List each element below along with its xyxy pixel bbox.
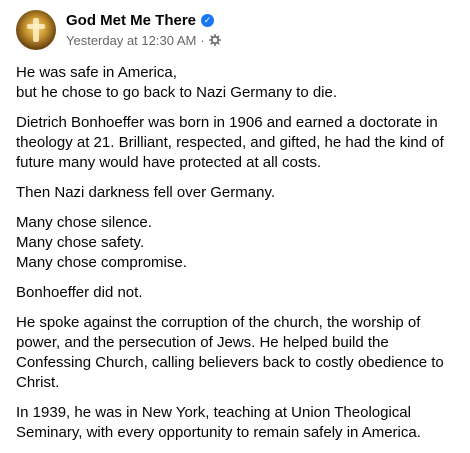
post-paragraph: Dietrich Bonhoeffer was born in 1906 and…: [16, 114, 444, 171]
post-timestamp[interactable]: Yesterday at 12:30 AM: [66, 33, 196, 48]
facebook-post: God Met Me There ✓ Yesterday at 12:30 AM…: [0, 0, 470, 441]
name-row: God Met Me There ✓: [66, 10, 221, 30]
post-paragraph: Then Nazi darkness fell over Germany.: [16, 184, 275, 201]
post-paragraph: Bonhoeffer did not.: [16, 284, 143, 301]
post-meta: God Met Me There ✓ Yesterday at 12:30 AM…: [66, 10, 221, 49]
post-header: God Met Me There ✓ Yesterday at 12:30 AM…: [16, 10, 221, 50]
post-subline: Yesterday at 12:30 AM ·: [66, 31, 221, 49]
separator-dot: ·: [200, 32, 205, 48]
post-paragraph: He spoke against the corruption of the c…: [16, 314, 444, 391]
post-paragraph: He was safe in America, but he chose to …: [16, 64, 338, 101]
verified-badge-icon: ✓: [201, 13, 215, 27]
post-paragraph: In 1939, he was in New York, teaching at…: [16, 404, 421, 441]
gear-icon[interactable]: [208, 34, 221, 46]
post-body: He was safe in America, but he chose to …: [16, 63, 462, 453]
page-name-link[interactable]: God Met Me There: [66, 12, 196, 29]
page-avatar[interactable]: [16, 10, 56, 50]
post-paragraph: Many chose silence. Many chose safety. M…: [16, 214, 187, 271]
